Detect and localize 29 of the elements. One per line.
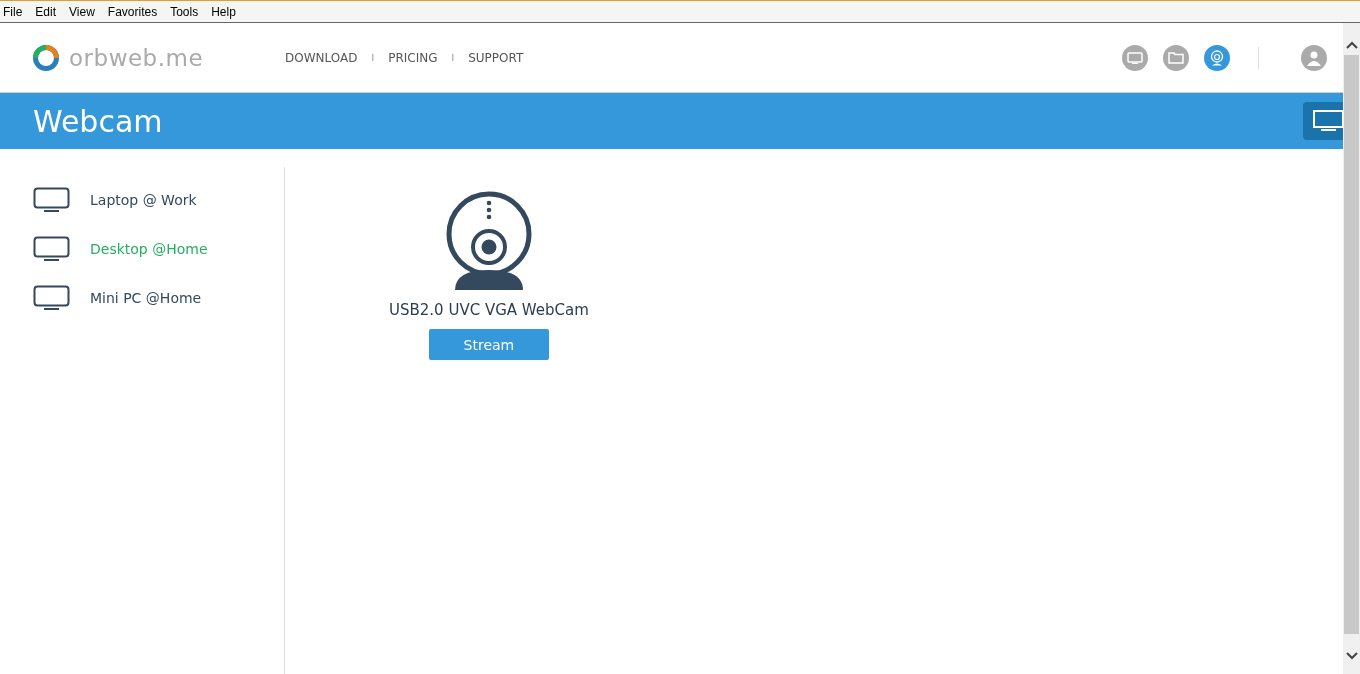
monitor-icon — [33, 284, 70, 311]
menu-item[interactable]: View — [69, 4, 95, 19]
user-avatar-icon[interactable] — [1301, 44, 1327, 71]
folder-icon[interactable] — [1163, 44, 1189, 71]
menu-item[interactable]: Edit — [35, 4, 57, 19]
scroll-up-icon[interactable] — [1345, 41, 1358, 49]
menu-item[interactable]: Favorites — [107, 4, 158, 19]
nav-link[interactable]: PRICING — [388, 50, 438, 65]
brand-name: orbweb.me — [69, 44, 204, 71]
page-title: Webcam — [33, 103, 164, 139]
menu-item[interactable]: Help — [211, 4, 236, 19]
nav-link[interactable]: SUPPORT — [468, 50, 524, 65]
menu-item[interactable]: File — [3, 4, 23, 19]
menu-item[interactable]: Tools — [170, 4, 199, 19]
device-item[interactable]: Mini PC @Home — [0, 273, 284, 322]
scrollbar-thumb[interactable] — [1344, 55, 1359, 634]
monitor-icon — [33, 235, 70, 262]
nav-separator: I — [451, 52, 455, 63]
monitor-icon[interactable] — [1122, 44, 1148, 71]
camera-name: USB2.0 UVC VGA WebCam — [389, 301, 589, 319]
logo-icon — [32, 43, 60, 72]
nav-link[interactable]: DOWNLOAD — [285, 50, 358, 65]
webcam-icon[interactable] — [1204, 44, 1230, 71]
webcam-icon — [444, 191, 533, 293]
device-item[interactable]: Laptop @ Work — [0, 175, 284, 224]
nav-separator: I — [371, 52, 375, 63]
monitor-icon — [33, 186, 70, 213]
monitor-button[interactable] — [1303, 102, 1343, 140]
scroll-down-icon[interactable] — [1345, 652, 1358, 660]
